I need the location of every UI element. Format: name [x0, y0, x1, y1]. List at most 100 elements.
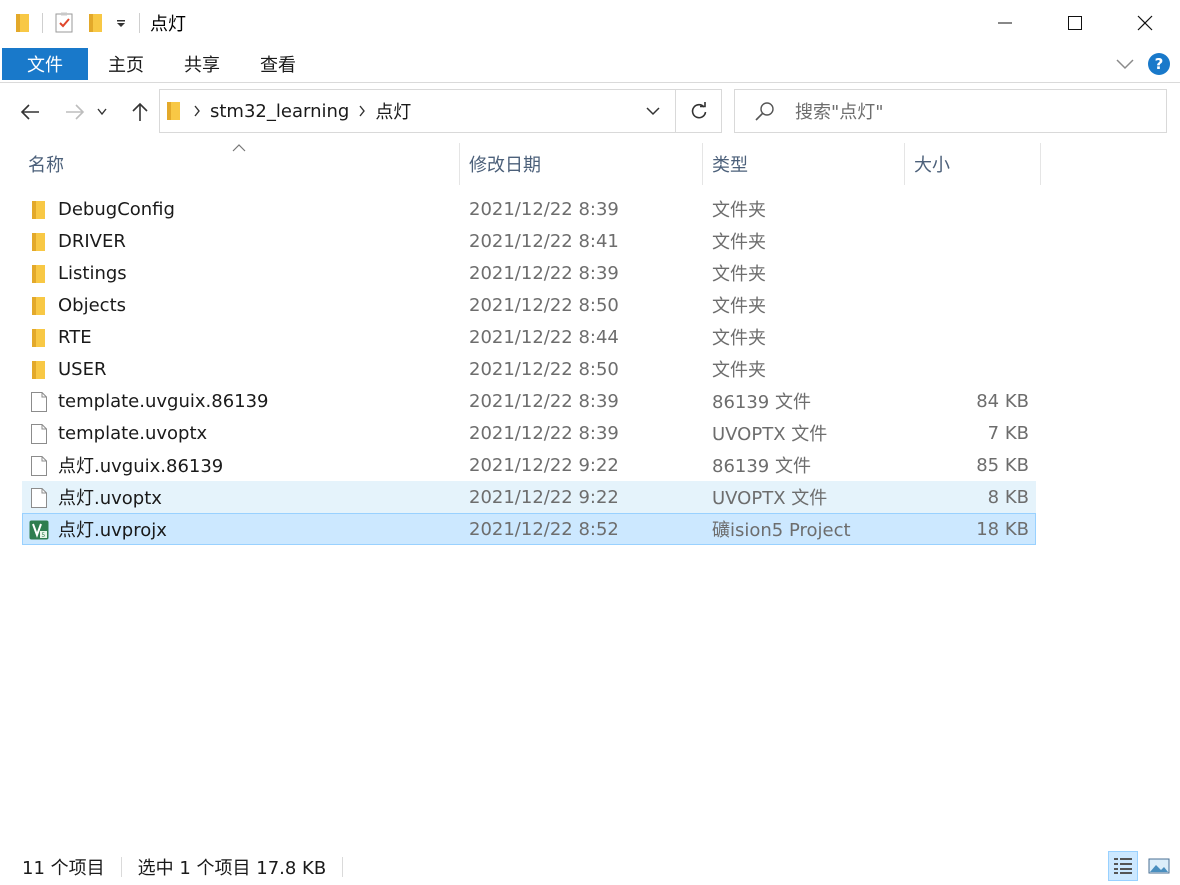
file-size: 7 KB	[987, 422, 1029, 444]
file-size: 85 KB	[976, 454, 1029, 476]
file-date: 2021/12/22 8:39	[469, 198, 619, 220]
title-bar: 点灯	[0, 0, 1180, 45]
up-button[interactable]	[122, 94, 158, 130]
file-name: DRIVER	[58, 230, 126, 252]
help-button[interactable]: ?	[1148, 53, 1170, 75]
column-divider[interactable]	[702, 143, 703, 185]
file-row[interactable]: 点灯.uvoptx 2021/12/22 9:22 UVOPTX 文件 8 KB	[22, 481, 1036, 513]
file-type: 86139 文件	[712, 456, 811, 477]
file-type: 86139 文件	[712, 392, 811, 413]
breadcrumb-item[interactable]: 点灯	[369, 98, 417, 124]
recent-locations-button[interactable]	[92, 94, 112, 130]
file-date: 2021/12/22 8:39	[469, 422, 619, 444]
file-date: 2021/12/22 9:22	[469, 454, 619, 476]
search-input[interactable]: 搜索"点灯"	[734, 89, 1167, 133]
file-icon	[29, 423, 49, 445]
file-icon	[29, 455, 49, 477]
toolbar-divider	[42, 12, 43, 33]
file-size: 18 KB	[976, 518, 1029, 540]
tab-share[interactable]: 共享	[164, 48, 240, 80]
selection-info: 选中 1 个项目 17.8 KB	[137, 857, 327, 879]
file-type: 文件夹	[712, 328, 766, 349]
file-date: 2021/12/22 8:50	[469, 294, 619, 316]
back-button[interactable]	[12, 94, 48, 130]
refresh-icon	[691, 102, 706, 119]
forward-button[interactable]	[57, 94, 93, 130]
file-name: 点灯.uvguix.86139	[58, 456, 224, 477]
customize-toolbar-icon[interactable]	[111, 11, 131, 35]
folder-icon	[29, 327, 49, 349]
column-divider[interactable]	[1040, 143, 1041, 185]
column-headers: 名称 修改日期 类型 大小	[0, 143, 1180, 185]
column-divider[interactable]	[459, 143, 460, 185]
file-type: 文件夹	[712, 264, 766, 285]
status-divider	[342, 856, 344, 877]
file-size: 84 KB	[976, 390, 1029, 412]
column-header-date[interactable]: 修改日期	[469, 143, 701, 185]
file-row[interactable]: DebugConfig 2021/12/22 8:39 文件夹	[22, 193, 1036, 225]
file-date: 2021/12/22 8:50	[469, 358, 619, 380]
file-row[interactable]: template.uvguix.86139 2021/12/22 8:39 8613…	[22, 385, 1036, 417]
file-name: 点灯.uvoptx	[58, 488, 162, 509]
properties-icon[interactable]	[51, 11, 77, 35]
quick-access-toolbar: 点灯	[0, 0, 186, 45]
file-name: DebugConfig	[58, 198, 175, 220]
file-date: 2021/12/22 8:44	[469, 326, 619, 348]
file-name: Listings	[58, 262, 127, 284]
file-date: 2021/12/22 9:22	[469, 486, 619, 508]
file-row[interactable]: Objects 2021/12/22 8:50 文件夹	[22, 289, 1036, 321]
tab-file[interactable]: 文件	[2, 47, 88, 80]
file-row[interactable]: 5 点灯.uvprojx 2021/12/22 8:52 礦ision5 Projec…	[22, 513, 1036, 545]
navigation-bar: stm32_learning 点灯 搜索"点灯"	[0, 84, 1180, 140]
file-name: USER	[58, 358, 107, 380]
minimize-button[interactable]	[970, 0, 1040, 45]
file-date: 2021/12/22 8:41	[469, 230, 619, 252]
file-date: 2021/12/22 8:39	[469, 390, 619, 412]
file-name: Objects	[58, 294, 127, 316]
close-icon	[1137, 15, 1153, 30]
column-header-type[interactable]: 类型	[712, 143, 902, 185]
search-placeholder: 搜索"点灯"	[795, 102, 884, 123]
file-type: 文件夹	[712, 296, 766, 317]
file-row[interactable]: 点灯.uvguix.86139 2021/12/22 9:22 86139 文件 85…	[22, 449, 1036, 481]
expand-ribbon-button[interactable]	[1116, 55, 1134, 74]
ribbon-right-controls: ?	[1116, 45, 1170, 83]
column-header-size[interactable]: 大小	[914, 143, 1040, 185]
file-icon	[29, 487, 49, 509]
folder-icon	[166, 101, 182, 121]
new-folder-icon[interactable]	[81, 11, 111, 35]
status-bar: 11 个项目 选中 1 个项目 17.8 KB	[0, 848, 1180, 885]
file-type: 文件夹	[712, 200, 766, 221]
address-bar[interactable]: stm32_learning 点灯	[159, 89, 722, 133]
column-header-name[interactable]: 名称	[28, 143, 458, 185]
folder-icon	[29, 295, 49, 317]
folder-icon	[29, 199, 49, 221]
file-type: UVOPTX 文件	[712, 488, 828, 509]
address-history-button[interactable]	[631, 90, 675, 132]
ribbon-tabs: 文件 主页 共享 查看 ?	[0, 45, 1180, 83]
close-button[interactable]	[1110, 0, 1180, 45]
maximize-icon	[1068, 15, 1082, 30]
file-name: template.uvoptx	[58, 422, 208, 444]
file-row[interactable]: USER 2021/12/22 8:50 文件夹	[22, 353, 1036, 385]
window-title: 点灯	[150, 13, 186, 35]
tab-view[interactable]: 查看	[240, 48, 316, 80]
file-row[interactable]: template.uvoptx 2021/12/22 8:39 UVOPTX 文件 7…	[22, 417, 1036, 449]
details-view-button[interactable]	[1108, 851, 1138, 881]
column-divider[interactable]	[904, 143, 905, 185]
tab-home[interactable]: 主页	[88, 48, 164, 80]
refresh-button[interactable]	[675, 90, 721, 132]
file-row[interactable]: RTE 2021/12/22 8:44 文件夹	[22, 321, 1036, 353]
file-type: 文件夹	[712, 360, 766, 381]
file-name: template.uvguix.86139	[58, 390, 269, 412]
item-count: 11 个项目	[22, 857, 105, 879]
chevron-right-icon[interactable]	[355, 105, 369, 117]
file-row[interactable]: Listings 2021/12/22 8:39 文件夹	[22, 257, 1036, 289]
details-view-icon	[1114, 858, 1132, 874]
maximize-button[interactable]	[1040, 0, 1110, 45]
chevron-right-icon[interactable]	[190, 105, 204, 117]
breadcrumb-item[interactable]: stm32_learning	[204, 101, 355, 122]
large-icons-view-button[interactable]	[1144, 851, 1174, 881]
file-row[interactable]: DRIVER 2021/12/22 8:41 文件夹	[22, 225, 1036, 257]
arrow-left-icon	[20, 104, 39, 120]
